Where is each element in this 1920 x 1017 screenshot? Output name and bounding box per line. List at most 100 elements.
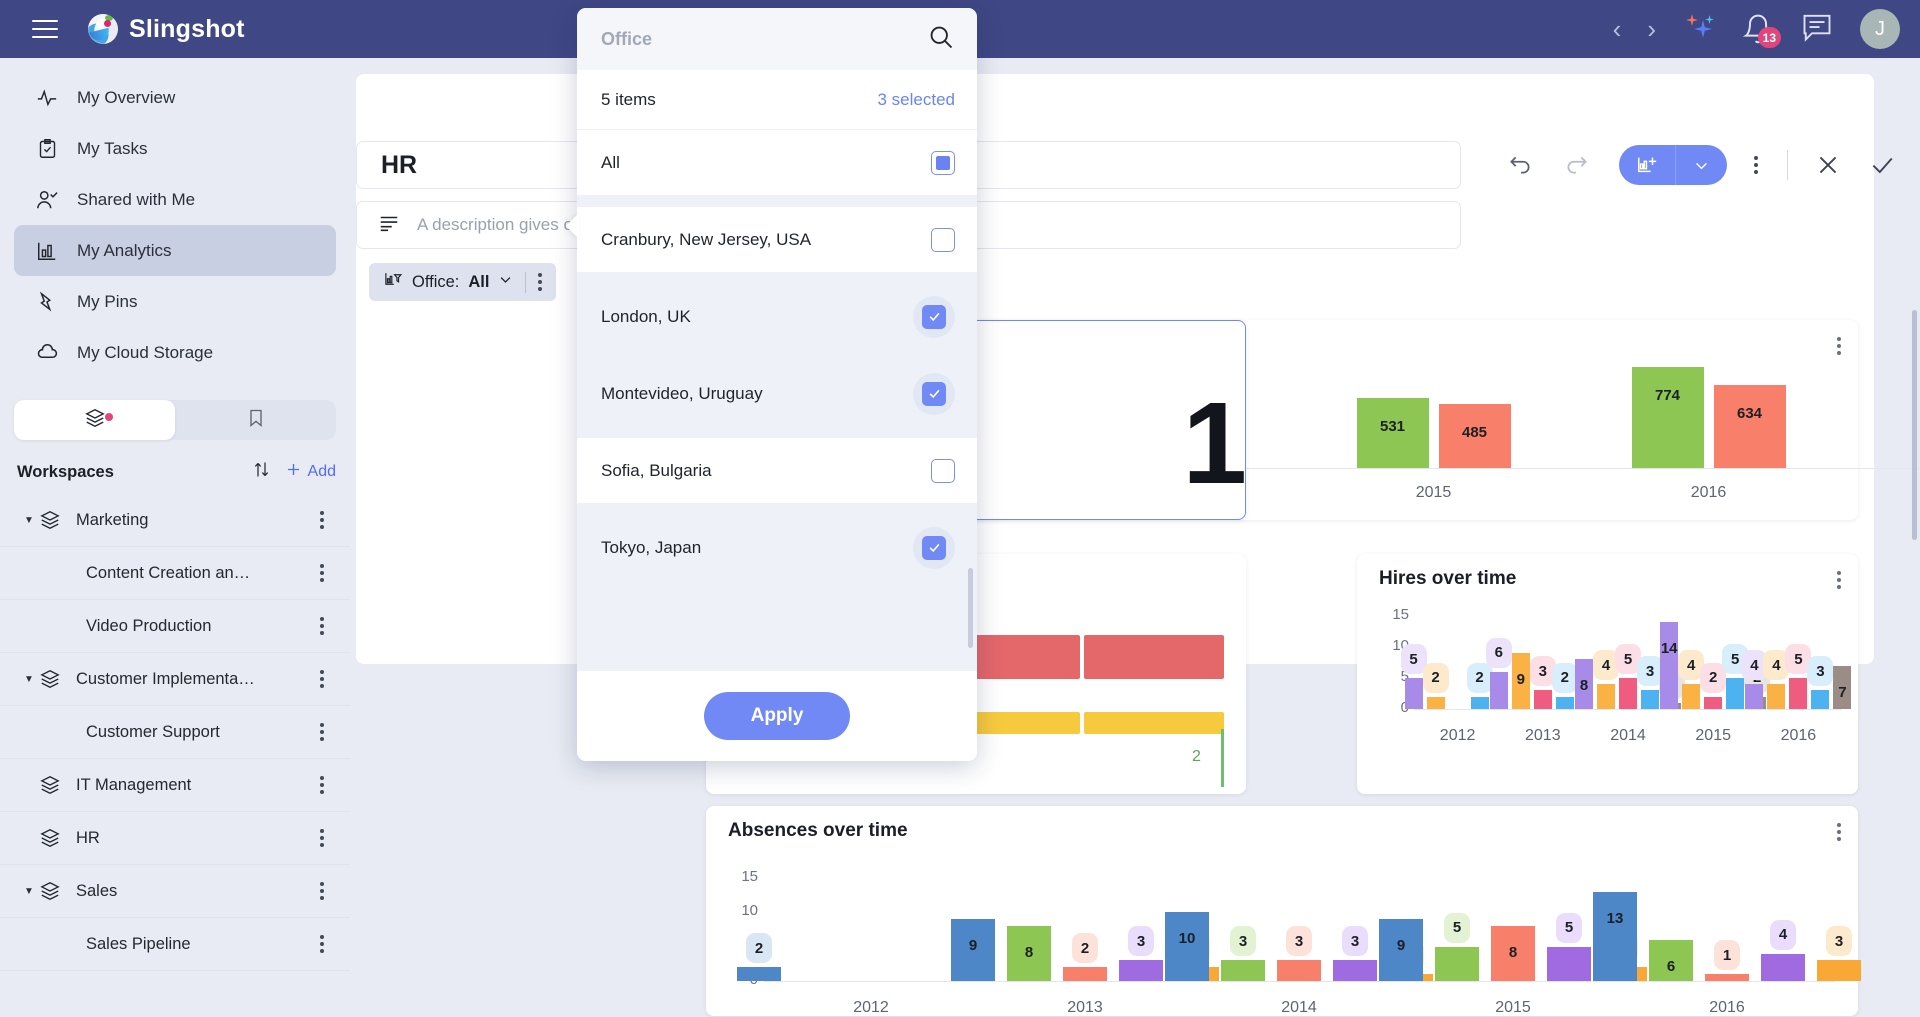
checkbox-unchecked[interactable] xyxy=(931,458,955,483)
sidebar: My Overview My Tasks Shared with Me My A… xyxy=(0,58,350,982)
dropdown-option[interactable]: Montevideo, Uruguay xyxy=(577,361,977,426)
checkbox-checked[interactable] xyxy=(922,535,946,560)
chart-bar xyxy=(1404,678,1423,709)
page-scrollbar[interactable] xyxy=(1912,310,1917,540)
chart-x-label: 2016 xyxy=(1690,484,1727,501)
tab-workspaces[interactable] xyxy=(14,400,175,440)
workspace-item[interactable]: Sales Pipeline xyxy=(0,918,350,971)
chart-value-label: 3 xyxy=(1128,926,1154,957)
brand[interactable]: Slingshot xyxy=(88,14,245,44)
chart-value-label: 2 xyxy=(1072,933,1098,964)
workspace-item[interactable]: ▼ Sales xyxy=(0,865,350,918)
sidebar-item-my-tasks[interactable]: My Tasks xyxy=(14,123,336,174)
add-chart-button[interactable] xyxy=(1619,145,1727,185)
dropdown-option[interactable]: Sofia, Bulgaria xyxy=(577,438,977,503)
dropdown-option-all[interactable]: All xyxy=(577,130,977,195)
checkbox-halo xyxy=(913,295,955,338)
check-icon[interactable] xyxy=(1868,152,1896,178)
toolbar-more-icon[interactable] xyxy=(1754,153,1760,177)
sidebar-label: My Tasks xyxy=(77,138,148,158)
close-icon[interactable] xyxy=(1815,152,1841,178)
undo-icon[interactable] xyxy=(1505,152,1535,178)
workspace-more-icon[interactable] xyxy=(320,773,326,797)
checkbox-halo xyxy=(913,526,955,569)
employees-value: 1 xyxy=(1182,377,1247,508)
plus-icon xyxy=(284,460,303,484)
chart-value-label: 4 xyxy=(1770,919,1796,950)
apply-button[interactable]: Apply xyxy=(704,692,850,740)
workspace-label: Customer Support xyxy=(86,722,220,741)
selected-count: 3 selected xyxy=(877,89,956,109)
caret-down-icon[interactable]: ▼ xyxy=(24,674,38,685)
option-label: Cranbury, New Jersey, USA xyxy=(601,229,812,249)
workspace-item[interactable]: ▼ Customer Implementa… xyxy=(0,653,350,706)
sidebar-item-my-pins[interactable]: My Pins xyxy=(14,276,336,327)
office-filter-chip[interactable]: Office: All xyxy=(369,263,557,301)
chart-baseline xyxy=(1415,709,1841,710)
sidebar-label: Shared with Me xyxy=(77,189,196,209)
chart-value-label: 10 xyxy=(1178,930,1196,948)
dropdown-option[interactable]: Cranbury, New Jersey, USA xyxy=(577,207,977,272)
redo-icon[interactable] xyxy=(1562,152,1592,178)
checkbox-checked[interactable] xyxy=(922,381,946,406)
chart-value-label: 1 xyxy=(1714,940,1740,971)
chart-bar xyxy=(1277,960,1321,981)
tab-bookmarks[interactable] xyxy=(175,400,336,440)
sidebar-item-my-overview[interactable]: My Overview xyxy=(14,72,336,123)
bell-icon[interactable]: 13 xyxy=(1742,13,1781,48)
chart-value-label: 774 xyxy=(1654,386,1681,404)
option-label: London, UK xyxy=(601,306,691,326)
slingshot-logo-icon xyxy=(88,14,118,44)
workspace-item[interactable]: ▼ Marketing xyxy=(0,494,350,547)
widget-hires-over-time[interactable]: Hires over time 151050522201269322013845… xyxy=(1357,554,1858,794)
chart-value-label: 3 xyxy=(1286,926,1312,957)
workspace-item[interactable]: Video Production xyxy=(0,600,350,653)
dropdown-option[interactable]: London, UK xyxy=(577,284,977,349)
bar-chart-icon xyxy=(35,239,59,263)
sidebar-item-my-cloud-storage[interactable]: My Cloud Storage xyxy=(14,327,336,378)
widget-absences-over-time[interactable]: Absences over time 151050220129823220131… xyxy=(706,806,1861,1016)
workspace-more-icon[interactable] xyxy=(320,720,326,744)
workspace-more-icon[interactable] xyxy=(320,932,326,956)
chevron-right-icon[interactable]: › xyxy=(1647,16,1656,42)
items-count: 5 items xyxy=(601,89,656,109)
dropdown-option[interactable]: Tokyo, Japan xyxy=(577,515,977,580)
workspace-more-icon[interactable] xyxy=(320,667,326,691)
add-chart-caret-icon[interactable] xyxy=(1675,145,1727,185)
sidebar-item-my-analytics[interactable]: My Analytics xyxy=(14,225,336,276)
office-filter-more-icon[interactable] xyxy=(538,270,544,294)
search-icon[interactable] xyxy=(927,23,955,56)
add-workspace-button[interactable]: Add xyxy=(284,460,336,484)
chevron-down-icon xyxy=(498,272,513,292)
chevron-left-icon[interactable]: ‹ xyxy=(1613,16,1622,42)
workspace-item[interactable]: IT Management xyxy=(0,759,350,812)
checkbox-all[interactable] xyxy=(931,150,955,175)
caret-down-icon[interactable]: ▼ xyxy=(24,886,38,897)
workspace-more-icon[interactable] xyxy=(320,508,326,532)
chart-value-label: 3 xyxy=(1342,926,1368,957)
sidebar-item-shared-with-me[interactable]: Shared with Me xyxy=(14,174,336,225)
checkbox-checked[interactable] xyxy=(922,304,946,329)
dropdown-scrollbar[interactable] xyxy=(968,568,973,648)
sort-arrows-icon[interactable] xyxy=(251,459,272,485)
workspace-item[interactable]: Customer Support xyxy=(0,706,350,759)
workspace-more-icon[interactable] xyxy=(320,826,326,850)
workspace-item[interactable]: Content Creation an… xyxy=(0,547,350,600)
sparkle-icon[interactable] xyxy=(1682,14,1716,44)
hamburger-icon[interactable] xyxy=(32,20,58,38)
workspace-more-icon[interactable] xyxy=(320,879,326,903)
caret-down-icon[interactable]: ▼ xyxy=(24,515,38,526)
chart-value-label: 2 xyxy=(1551,662,1578,693)
workspace-more-icon[interactable] xyxy=(320,614,326,638)
pin-icon xyxy=(35,290,59,314)
workspace-more-icon[interactable] xyxy=(320,561,326,585)
chart-value-label: 6 xyxy=(1666,957,1676,975)
chart-value-label: 3 xyxy=(1230,926,1256,957)
unread-dot xyxy=(104,413,113,421)
avatar[interactable]: J xyxy=(1860,9,1900,49)
chart-bar xyxy=(1533,690,1552,709)
checkbox-unchecked[interactable] xyxy=(931,227,955,252)
workspace-item[interactable]: HR xyxy=(0,812,350,865)
chart-value-label: 8 xyxy=(1508,944,1518,962)
comment-icon[interactable] xyxy=(1800,12,1834,47)
